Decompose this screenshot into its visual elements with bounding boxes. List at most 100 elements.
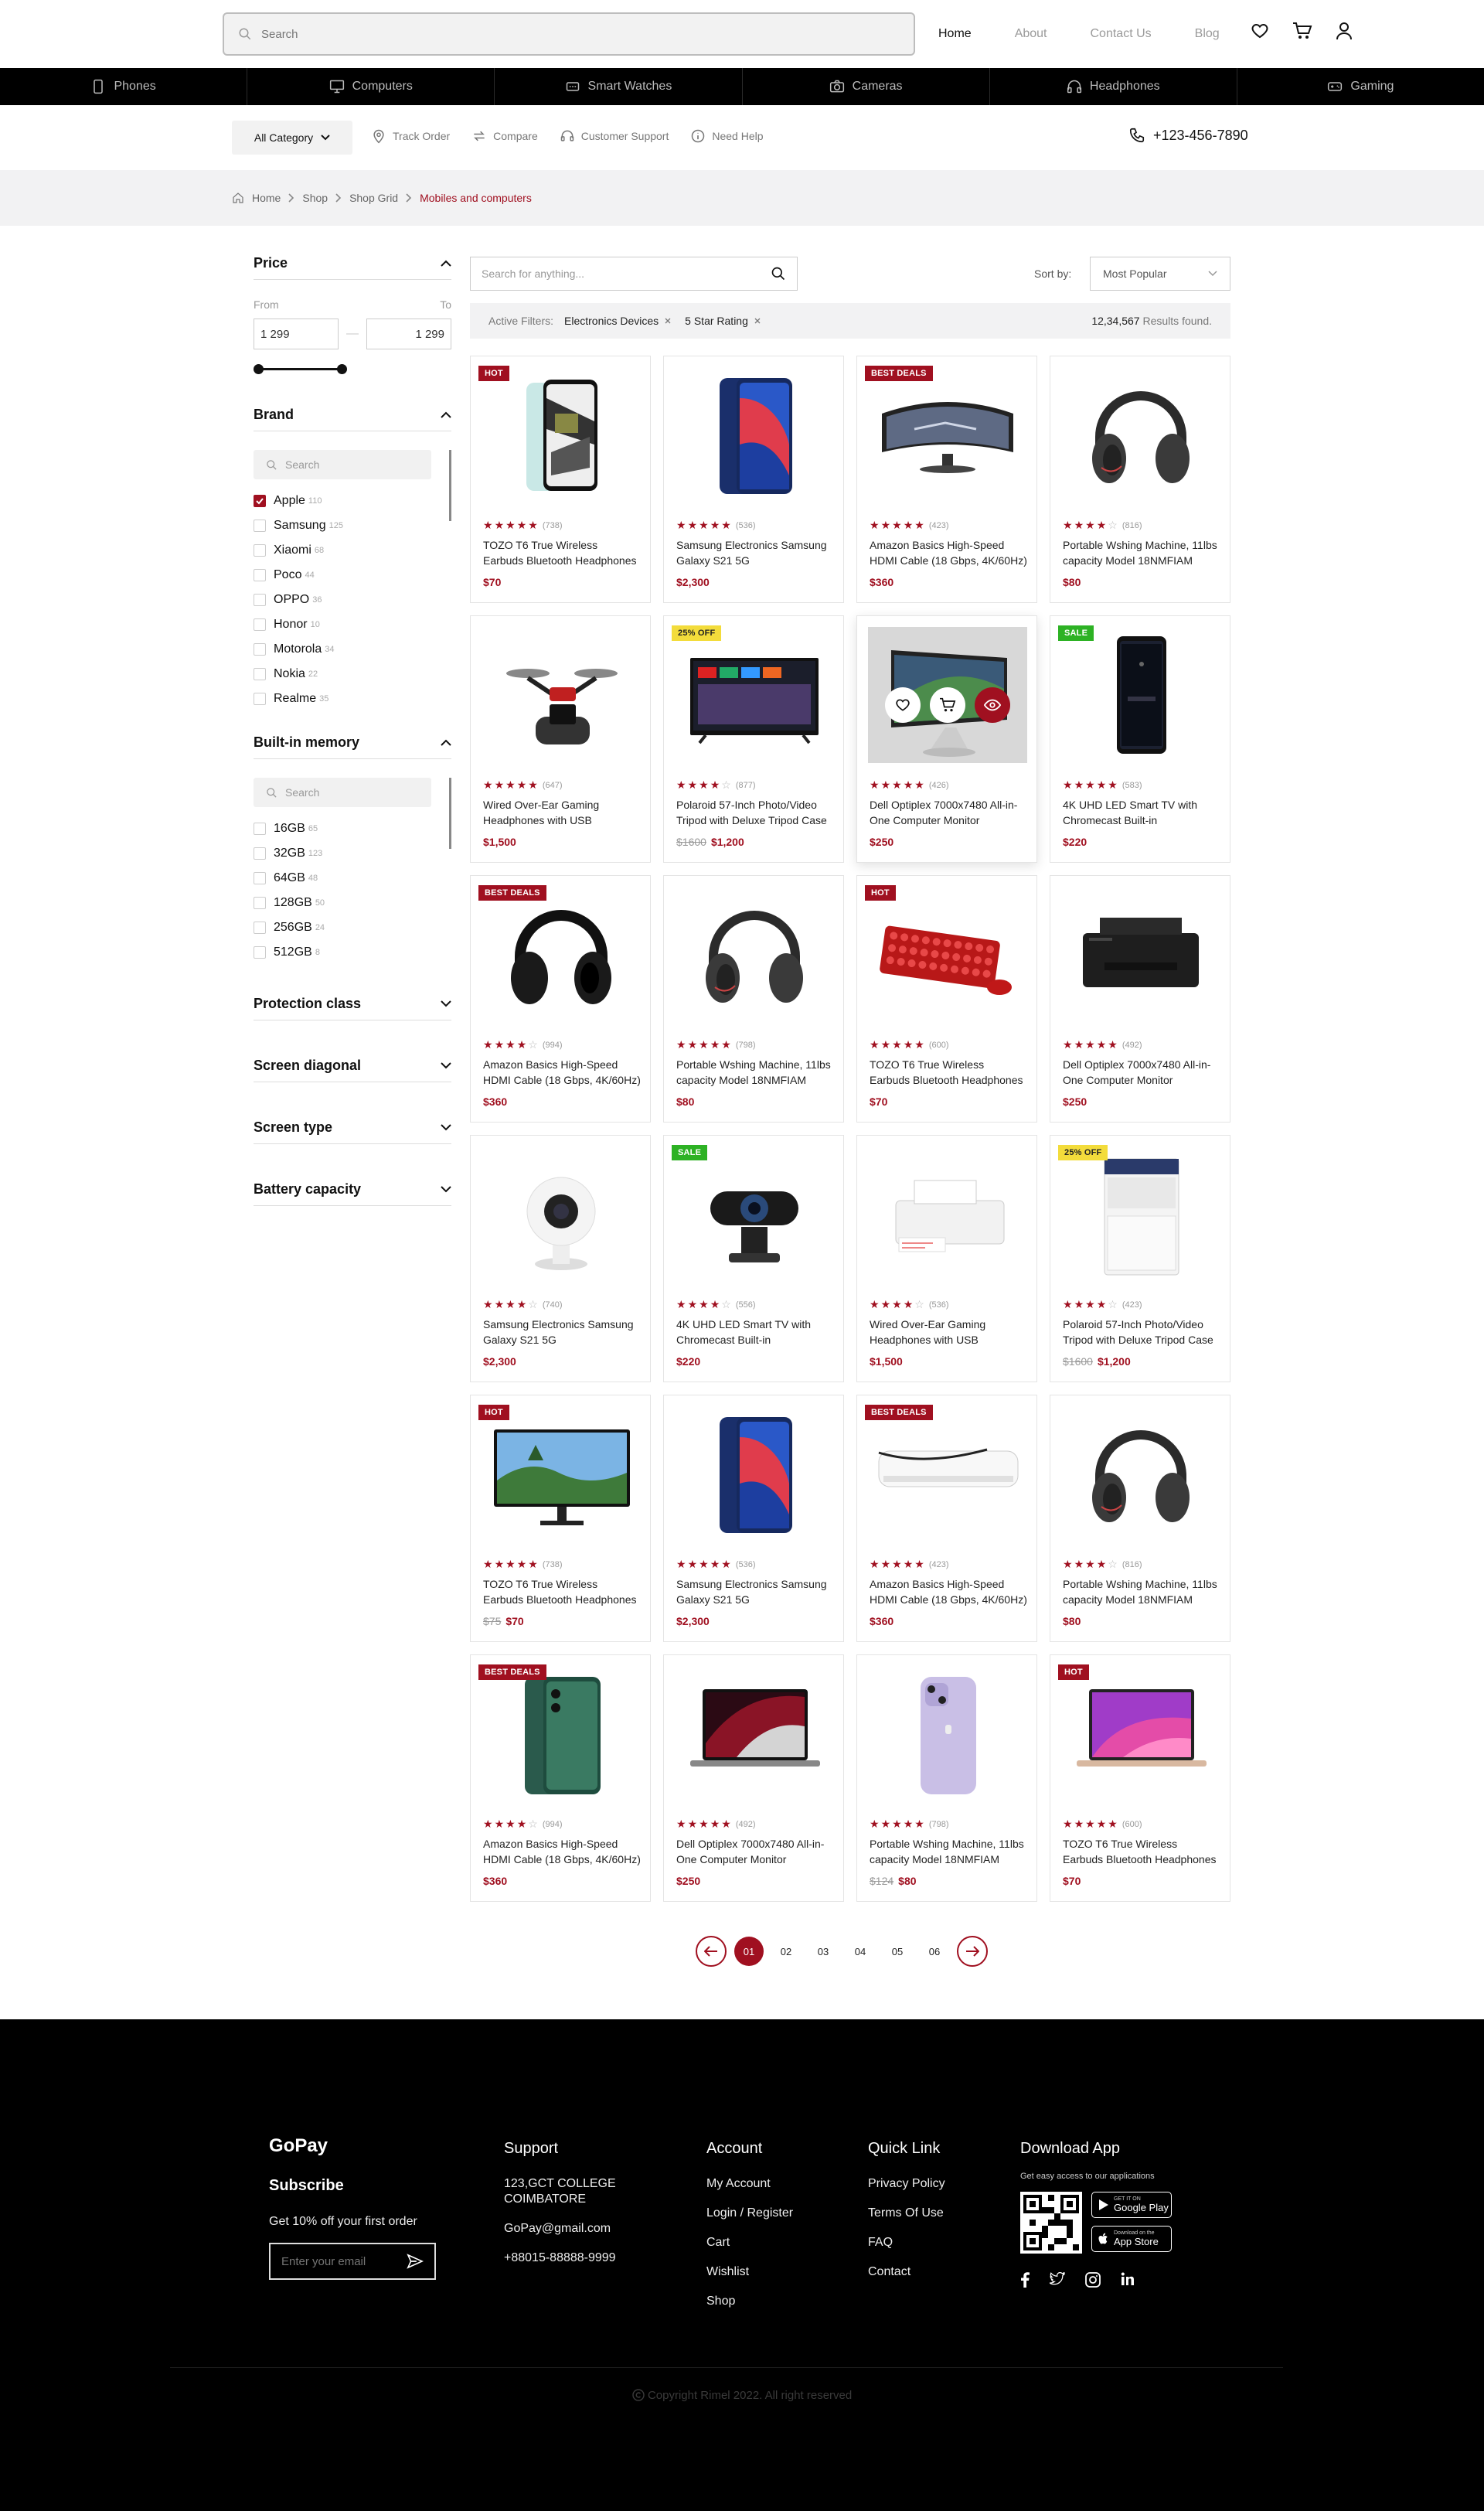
price-from-input[interactable] bbox=[254, 319, 339, 349]
product-card[interactable]: HOT ★ ★ ★ ★ ★ (600) TOZO T6 True Wireless Earbu… bbox=[856, 875, 1037, 1123]
filter-option[interactable]: Apple 110 bbox=[254, 489, 442, 513]
memory-search[interactable]: Search bbox=[254, 778, 431, 807]
brand-list-scrollbar[interactable] bbox=[449, 450, 451, 521]
header-search-input[interactable] bbox=[261, 27, 880, 41]
product-image[interactable] bbox=[868, 627, 1027, 763]
quick-link[interactable]: Contact bbox=[868, 2264, 945, 2280]
filter-option[interactable]: 32GB 123 bbox=[254, 841, 442, 866]
app-store-button[interactable]: Download on the App Store bbox=[1091, 2226, 1172, 2252]
account-link[interactable]: Wishlist bbox=[706, 2264, 793, 2280]
product-image[interactable] bbox=[675, 1666, 834, 1802]
product-card[interactable]: ★ ★ ★ ★ ★ (647) Wired Over-Ear Gaming Headphon… bbox=[470, 615, 651, 863]
active-filter-chip[interactable]: 5 Star Rating bbox=[685, 315, 761, 327]
product-card[interactable]: ★ ★ ★ ★ ★ (426) Dell Optiplex 7000x7480 All-in… bbox=[856, 615, 1037, 863]
product-title[interactable]: Portable Wshing Machine, 11lbs capacity … bbox=[870, 1836, 1027, 1867]
filter-protection-class[interactable]: Protection class bbox=[254, 996, 451, 1020]
product-title[interactable]: TOZO T6 True Wireless Earbuds Bluetooth … bbox=[483, 537, 641, 568]
home-icon[interactable] bbox=[232, 192, 244, 204]
price-filter-header[interactable]: Price bbox=[254, 255, 451, 280]
account-link[interactable]: My Account bbox=[706, 2176, 793, 2192]
nav-home[interactable]: Home bbox=[938, 27, 972, 41]
checkbox[interactable] bbox=[254, 569, 266, 581]
product-card[interactable]: SALE ★ ★ ★ ★ ☆ (556) 4K UHD LED Smart TV with C… bbox=[663, 1135, 844, 1382]
product-image[interactable] bbox=[482, 367, 641, 503]
product-title[interactable]: Amazon Basics High-Speed HDMI Cable (18 … bbox=[483, 1836, 641, 1867]
product-title[interactable]: Amazon Basics High-Speed HDMI Cable (18 … bbox=[870, 1576, 1027, 1607]
send-icon[interactable] bbox=[407, 2254, 424, 2269]
product-card[interactable]: BEST DEALS ★ ★ ★ ★ ☆ (994) Amazon Basics High-S… bbox=[470, 1654, 651, 1902]
product-image[interactable] bbox=[1061, 1406, 1220, 1542]
filter-option[interactable]: OPPO 36 bbox=[254, 588, 442, 612]
page-01[interactable]: 01 bbox=[734, 1937, 764, 1966]
filter-screen-diagonal[interactable]: Screen diagonal bbox=[254, 1058, 451, 1082]
link-customer-support[interactable]: Customer Support bbox=[560, 128, 669, 144]
quick-view-button[interactable] bbox=[975, 687, 1010, 723]
product-image[interactable] bbox=[675, 367, 834, 503]
breadcrumb-item[interactable]: Shop Grid bbox=[349, 192, 398, 204]
page-03[interactable]: 03 bbox=[808, 1937, 838, 1966]
breadcrumb-item[interactable]: Home bbox=[252, 192, 281, 204]
link-need-help[interactable]: Need Help bbox=[690, 128, 764, 144]
filter-option[interactable]: Realme 35 bbox=[254, 687, 442, 711]
product-title[interactable]: Portable Wshing Machine, 11lbs capacity … bbox=[1063, 1576, 1220, 1607]
price-range-slider[interactable] bbox=[254, 362, 451, 376]
twitter-icon[interactable] bbox=[1050, 2272, 1065, 2286]
product-card[interactable]: ★ ★ ★ ★ ★ (798) Portable Wshing Machine, 11lbs… bbox=[663, 875, 844, 1123]
price-slider-max-handle[interactable] bbox=[337, 364, 347, 374]
product-title[interactable]: Dell Optiplex 7000x7480 All-in-One Compu… bbox=[1063, 1057, 1220, 1088]
product-card[interactable]: ★ ★ ★ ★ ★ (536) Samsung Electronics Samsung Ga… bbox=[663, 356, 844, 603]
brand-search[interactable]: Search bbox=[254, 450, 431, 479]
product-image[interactable] bbox=[1061, 1146, 1220, 1283]
category-cameras[interactable]: Cameras bbox=[743, 68, 990, 105]
filter-option[interactable]: Honor 10 bbox=[254, 612, 442, 637]
filter-option[interactable]: Motorola 34 bbox=[254, 637, 442, 662]
product-image[interactable] bbox=[868, 1666, 1027, 1802]
product-image[interactable] bbox=[675, 1406, 834, 1542]
category-headphones[interactable]: Headphones bbox=[990, 68, 1237, 105]
checkbox[interactable] bbox=[254, 823, 266, 835]
nav-about[interactable]: About bbox=[1015, 27, 1047, 41]
category-phones[interactable]: Phones bbox=[0, 68, 248, 105]
page-05[interactable]: 05 bbox=[883, 1937, 912, 1966]
product-image[interactable] bbox=[482, 627, 641, 763]
active-filter-chip[interactable]: Electronics Devices bbox=[564, 315, 671, 327]
product-image[interactable] bbox=[675, 627, 834, 763]
product-title[interactable]: 4K UHD LED Smart TV with Chromecast Buil… bbox=[676, 1317, 834, 1347]
product-title[interactable]: Dell Optiplex 7000x7480 All-in-One Compu… bbox=[676, 1836, 834, 1867]
product-card[interactable]: 25% OFF ★ ★ ★ ★ ☆ (877) Polaroid 57-Inch Photo/… bbox=[663, 615, 844, 863]
product-title[interactable]: Portable Wshing Machine, 11lbs capacity … bbox=[1063, 537, 1220, 568]
quick-link[interactable]: Privacy Policy bbox=[868, 2176, 945, 2192]
instagram-icon[interactable] bbox=[1085, 2272, 1101, 2288]
product-title[interactable]: Samsung Electronics Samsung Galaxy S21 5… bbox=[483, 1317, 641, 1347]
next-page-button[interactable] bbox=[957, 1936, 988, 1967]
product-card[interactable]: 25% OFF ★ ★ ★ ★ ☆ (423) Polaroid 57-Inch Photo/… bbox=[1050, 1135, 1230, 1382]
category-gaming[interactable]: Gaming bbox=[1237, 68, 1484, 105]
product-card[interactable]: ★ ★ ★ ★ ★ (536) Samsung Electronics Samsung Ga… bbox=[663, 1395, 844, 1642]
product-image[interactable] bbox=[675, 887, 834, 1023]
product-title[interactable]: TOZO T6 True Wireless Earbuds Bluetooth … bbox=[870, 1057, 1027, 1088]
filter-option[interactable]: 512GB 8 bbox=[254, 940, 442, 965]
product-card[interactable]: SALE ★ ★ ★ ★ ★ (583) 4K UHD LED Smart TV with C… bbox=[1050, 615, 1230, 863]
brand-filter-header[interactable]: Brand bbox=[254, 407, 451, 431]
checkbox[interactable] bbox=[254, 946, 266, 959]
phone-number[interactable]: +123-456-7890 bbox=[1128, 127, 1248, 144]
product-card[interactable]: BEST DEALS ★ ★ ★ ★ ★ (423) Amazon Basics High-S… bbox=[856, 1395, 1037, 1642]
checkbox[interactable] bbox=[254, 520, 266, 532]
checkbox[interactable] bbox=[254, 872, 266, 884]
checkbox[interactable] bbox=[254, 544, 266, 557]
product-title[interactable]: 4K UHD LED Smart TV with Chromecast Buil… bbox=[1063, 797, 1220, 828]
filter-option[interactable]: Xiaomi 68 bbox=[254, 538, 442, 563]
account-link[interactable]: Cart bbox=[706, 2235, 793, 2250]
product-card[interactable]: ★ ★ ★ ★ ★ (492) Dell Optiplex 7000x7480 All-in… bbox=[663, 1654, 844, 1902]
cart-icon[interactable] bbox=[1292, 22, 1312, 40]
google-play-button[interactable]: GET IT ON Google Play bbox=[1091, 2192, 1172, 2218]
product-card[interactable]: ★ ★ ★ ★ ☆ (816) Portable Wshing Machine, 11lbs… bbox=[1050, 356, 1230, 603]
product-title[interactable]: Wired Over-Ear Gaming Headphones with US… bbox=[870, 1317, 1027, 1347]
product-image[interactable] bbox=[868, 1146, 1027, 1283]
product-image[interactable] bbox=[868, 887, 1027, 1023]
footer-brand[interactable]: GoPay bbox=[269, 2135, 436, 2157]
heart-icon[interactable] bbox=[1251, 22, 1269, 40]
product-card[interactable]: HOT ★ ★ ★ ★ ★ (738) TOZO T6 True Wireless Earbu… bbox=[470, 1395, 651, 1642]
facebook-icon[interactable] bbox=[1020, 2272, 1030, 2288]
quick-link[interactable]: FAQ bbox=[868, 2235, 945, 2250]
